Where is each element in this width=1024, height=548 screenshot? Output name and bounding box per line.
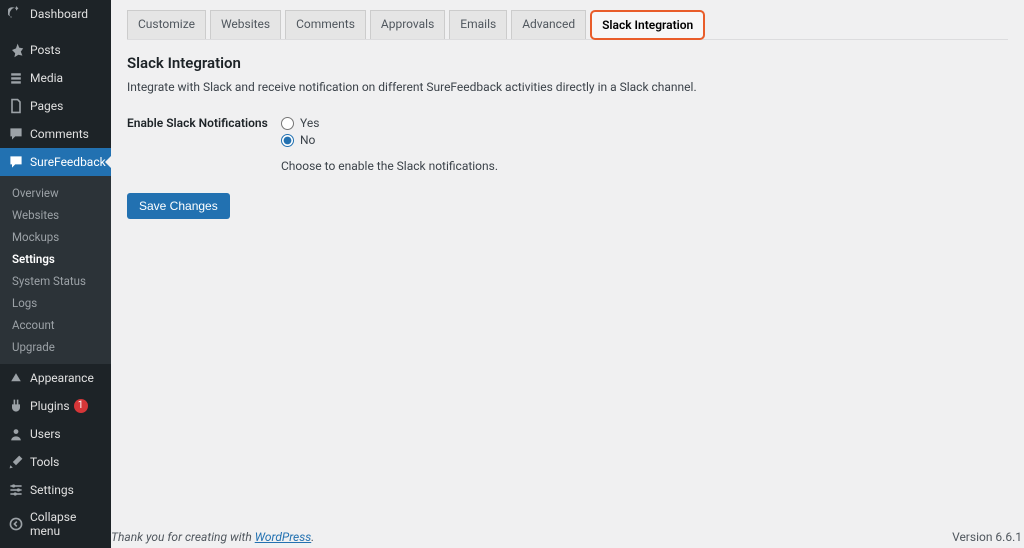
tab-emails[interactable]: Emails bbox=[449, 10, 507, 39]
sidebar-item-label: Media bbox=[30, 71, 63, 85]
sidebar-item-label: Pages bbox=[30, 99, 63, 113]
sidebar-item-surefeedback[interactable]: SureFeedback bbox=[0, 148, 111, 176]
sidebar-item-tools[interactable]: Tools bbox=[0, 448, 111, 476]
save-button[interactable]: Save Changes bbox=[127, 193, 230, 219]
dashboard-icon bbox=[8, 6, 24, 22]
radio-yes-option[interactable]: Yes bbox=[281, 116, 1008, 130]
submenu-item-account[interactable]: Account bbox=[0, 314, 111, 336]
sidebar-item-posts[interactable]: Posts bbox=[0, 36, 111, 64]
submenu-item-system-status[interactable]: System Status bbox=[0, 270, 111, 292]
sidebar-item-appearance[interactable]: Appearance bbox=[0, 364, 111, 392]
enable-slack-label: Enable Slack Notifications bbox=[127, 116, 281, 130]
sidebar-item-pages[interactable]: Pages bbox=[0, 92, 111, 120]
tab-advanced[interactable]: Advanced bbox=[511, 10, 586, 39]
pin-icon bbox=[8, 42, 24, 58]
sidebar-item-label: Appearance bbox=[30, 371, 94, 385]
sidebar-item-dashboard[interactable]: Dashboard bbox=[0, 0, 111, 28]
enable-slack-row: Enable Slack Notifications Yes No Choose… bbox=[127, 116, 1008, 173]
sidebar-item-plugins[interactable]: Plugins 1 bbox=[0, 392, 111, 420]
sidebar-item-users[interactable]: Users bbox=[0, 420, 111, 448]
page-intro: Integrate with Slack and receive notific… bbox=[127, 80, 1008, 94]
footer: Thank you for creating with WordPress. V… bbox=[111, 530, 1024, 548]
submenu-item-logs[interactable]: Logs bbox=[0, 292, 111, 314]
sidebar-badge: 1 bbox=[74, 399, 88, 413]
tools-icon bbox=[8, 454, 24, 470]
submenu-item-websites[interactable]: Websites bbox=[0, 204, 111, 226]
collapse-icon bbox=[8, 516, 24, 532]
sidebar-item-label: Posts bbox=[30, 43, 61, 57]
radio-yes-label: Yes bbox=[300, 116, 319, 130]
radio-no-input[interactable] bbox=[281, 134, 294, 147]
sidebar-item-collapse-menu[interactable]: Collapse menu bbox=[0, 504, 111, 544]
enable-slack-field: Yes No Choose to enable the Slack notifi… bbox=[281, 116, 1008, 173]
sidebar-item-label: SureFeedback bbox=[30, 155, 106, 169]
footer-text-suffix: . bbox=[311, 530, 314, 544]
tab-slack-integration[interactable]: Slack Integration bbox=[590, 10, 705, 40]
radio-no-option[interactable]: No bbox=[281, 133, 1008, 147]
footer-version: Version 6.6.1 bbox=[952, 530, 1022, 544]
pages-icon bbox=[8, 98, 24, 114]
sidebar-item-media[interactable]: Media bbox=[0, 64, 111, 92]
sidebar-item-label: Settings bbox=[30, 483, 74, 497]
footer-text-prefix: Thank you for creating with bbox=[111, 530, 255, 544]
footer-wordpress-link[interactable]: WordPress bbox=[255, 530, 312, 544]
feedback-icon bbox=[8, 154, 24, 170]
sidebar-item-label: Dashboard bbox=[30, 7, 88, 21]
tab-comments[interactable]: Comments bbox=[285, 10, 366, 39]
sidebar-item-comments[interactable]: Comments bbox=[0, 120, 111, 148]
tab-approvals[interactable]: Approvals bbox=[370, 10, 445, 39]
submenu-item-settings[interactable]: Settings bbox=[0, 248, 111, 270]
main-content: CustomizeWebsitesCommentsApprovalsEmails… bbox=[111, 0, 1024, 548]
settings-icon bbox=[8, 482, 24, 498]
settings-tabs: CustomizeWebsitesCommentsApprovalsEmails… bbox=[127, 10, 1008, 40]
users-icon bbox=[8, 426, 24, 442]
comments-icon bbox=[8, 126, 24, 142]
page-title: Slack Integration bbox=[127, 54, 1008, 72]
sidebar-item-label: Tools bbox=[30, 455, 59, 469]
sidebar-item-label: Comments bbox=[30, 127, 89, 141]
enable-slack-help: Choose to enable the Slack notifications… bbox=[281, 159, 1008, 173]
submenu-item-mockups[interactable]: Mockups bbox=[0, 226, 111, 248]
tab-websites[interactable]: Websites bbox=[210, 10, 281, 39]
radio-yes-input[interactable] bbox=[281, 117, 294, 130]
submenu-item-overview[interactable]: Overview bbox=[0, 182, 111, 204]
appearance-icon bbox=[8, 370, 24, 386]
admin-sidebar: Dashboard Posts Media Pages Comments SureFeed… bbox=[0, 0, 111, 548]
sidebar-item-settings[interactable]: Settings bbox=[0, 476, 111, 504]
tab-customize[interactable]: Customize bbox=[127, 10, 206, 39]
sidebar-item-label: Users bbox=[30, 427, 61, 441]
sidebar-item-label: Plugins bbox=[30, 399, 70, 413]
sidebar-item-label: Collapse menu bbox=[30, 510, 103, 538]
submenu-item-upgrade[interactable]: Upgrade bbox=[0, 336, 111, 358]
media-icon bbox=[8, 70, 24, 86]
plugins-icon bbox=[8, 398, 24, 414]
radio-no-label: No bbox=[300, 133, 315, 147]
